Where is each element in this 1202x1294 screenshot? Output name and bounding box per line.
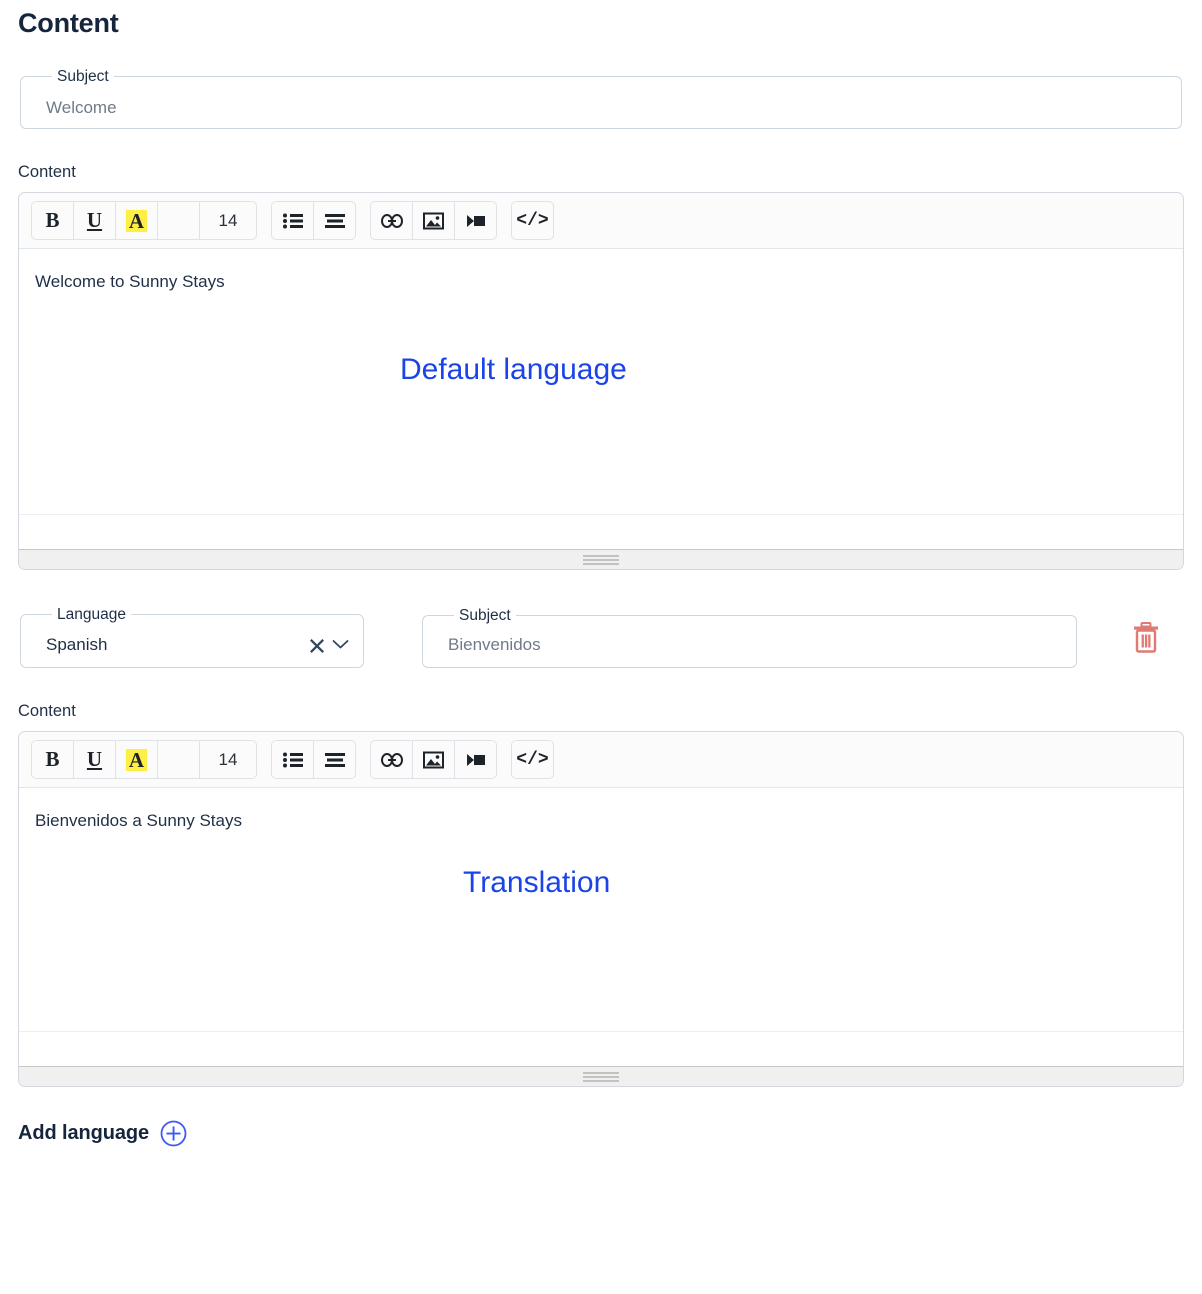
source-code-button[interactable]: </> — [511, 740, 554, 779]
font-size-button-label: 14 — [218, 210, 238, 230]
align-button[interactable] — [313, 201, 356, 240]
insert-video-button[interactable] — [454, 740, 497, 779]
align-icon — [324, 752, 345, 767]
editor-statusbar-default — [19, 514, 1183, 549]
blank-button[interactable] — [157, 201, 200, 240]
bold-button-label: B — [45, 747, 60, 771]
video-icon — [466, 753, 485, 766]
chevron-down-icon[interactable] — [332, 639, 349, 650]
toolbar-group-code: </> — [511, 201, 554, 240]
image-icon — [423, 212, 444, 229]
source-code-button-label: </> — [516, 749, 549, 770]
font-color-button[interactable]: A — [115, 201, 158, 240]
editor-toolbar-translation: B U A 14 </> — [19, 732, 1183, 788]
language-select-icons — [309, 637, 349, 653]
page-title: Content — [18, 8, 119, 38]
bulleted-list-button[interactable] — [271, 201, 314, 240]
toolbar-group-text-format: B U A 14 — [31, 201, 257, 240]
subject-field-translation-label: Subject — [459, 606, 511, 624]
subject-input-default[interactable]: Welcome — [46, 97, 117, 119]
toolbar-group-insert — [370, 201, 497, 240]
editor-text-translation: Bienvenidos a Sunny Stays — [35, 811, 242, 830]
plus-circle-icon[interactable] — [160, 1120, 187, 1147]
insert-video-button[interactable] — [454, 201, 497, 240]
toolbar-group-code: </> — [511, 740, 554, 779]
insert-link-button[interactable] — [370, 740, 413, 779]
translation-header-row: Language Spanish Subject Bienvenidos — [18, 607, 1184, 668]
subject-input-translation[interactable]: Bienvenidos — [448, 634, 541, 656]
subject-field-translation[interactable]: Subject Bienvenidos — [422, 606, 1077, 668]
link-icon — [380, 213, 403, 228]
blank-button[interactable] — [157, 740, 200, 779]
resize-grip-icon — [583, 554, 619, 565]
bold-button-label: B — [45, 208, 60, 232]
font-color-button[interactable]: A — [115, 740, 158, 779]
add-language-label: Add language — [18, 1122, 150, 1144]
close-icon[interactable] — [309, 637, 325, 653]
toolbar-group-text-format: B U A 14 — [31, 740, 257, 779]
font-size-button-label: 14 — [218, 749, 238, 769]
content-label-default: Content — [18, 163, 76, 181]
trash-icon — [1134, 622, 1158, 653]
subject-field-default[interactable]: Subject Welcome — [20, 69, 1182, 129]
toolbar-group-paragraph — [271, 201, 356, 240]
language-select-label: Language — [57, 606, 126, 623]
font-color-button-label: A — [125, 209, 148, 232]
content-page: Content Subject Welcome Content B U A 14… — [0, 0, 1202, 1147]
annotation-translation: Translation — [463, 866, 611, 899]
image-icon — [423, 751, 444, 768]
language-select[interactable]: Language Spanish — [20, 607, 364, 668]
editor-resize-handle-translation[interactable] — [19, 1066, 1183, 1086]
list-icon — [282, 213, 303, 228]
font-color-button-label: A — [125, 748, 148, 771]
source-code-button-label: </> — [516, 210, 549, 231]
insert-image-button[interactable] — [412, 201, 455, 240]
align-icon — [324, 213, 345, 228]
align-button[interactable] — [313, 740, 356, 779]
list-icon — [282, 752, 303, 767]
editor-resize-handle-default[interactable] — [19, 549, 1183, 569]
resize-grip-icon — [583, 1071, 619, 1082]
link-icon — [380, 752, 403, 767]
annotation-default-language: Default language — [400, 353, 627, 386]
font-size-button[interactable]: 14 — [199, 201, 257, 240]
font-size-button[interactable]: 14 — [199, 740, 257, 779]
insert-image-button[interactable] — [412, 740, 455, 779]
content-label-translation: Content — [18, 702, 76, 720]
rich-text-editor-translation[interactable]: B U A 14 </> Bienvenidos a Sunny Stays T… — [18, 731, 1184, 1087]
bold-button[interactable]: B — [31, 201, 74, 240]
editor-statusbar-translation — [19, 1031, 1183, 1066]
underline-button[interactable]: U — [73, 201, 116, 240]
toolbar-group-insert — [370, 740, 497, 779]
editor-body-translation[interactable]: Bienvenidos a Sunny Stays Translation — [19, 788, 1183, 1031]
editor-toolbar-default: B U A 14 </> — [19, 193, 1183, 249]
underline-button[interactable]: U — [73, 740, 116, 779]
bold-button[interactable]: B — [31, 740, 74, 779]
rich-text-editor-default[interactable]: B U A 14 </> Welcome to Sunny Stays Defa… — [18, 192, 1184, 570]
bulleted-list-button[interactable] — [271, 740, 314, 779]
editor-body-default[interactable]: Welcome to Sunny Stays Default language — [19, 249, 1183, 514]
add-language-button[interactable]: Add language — [18, 1120, 187, 1147]
subject-field-default-label: Subject — [57, 68, 109, 85]
delete-translation-button[interactable] — [1124, 616, 1168, 660]
underline-button-label: U — [86, 747, 103, 771]
language-select-value: Spanish — [46, 634, 108, 654]
insert-link-button[interactable] — [370, 201, 413, 240]
toolbar-group-paragraph — [271, 740, 356, 779]
source-code-button[interactable]: </> — [511, 201, 554, 240]
editor-text-default: Welcome to Sunny Stays — [35, 272, 225, 291]
underline-button-label: U — [86, 208, 103, 232]
video-icon — [466, 214, 485, 227]
